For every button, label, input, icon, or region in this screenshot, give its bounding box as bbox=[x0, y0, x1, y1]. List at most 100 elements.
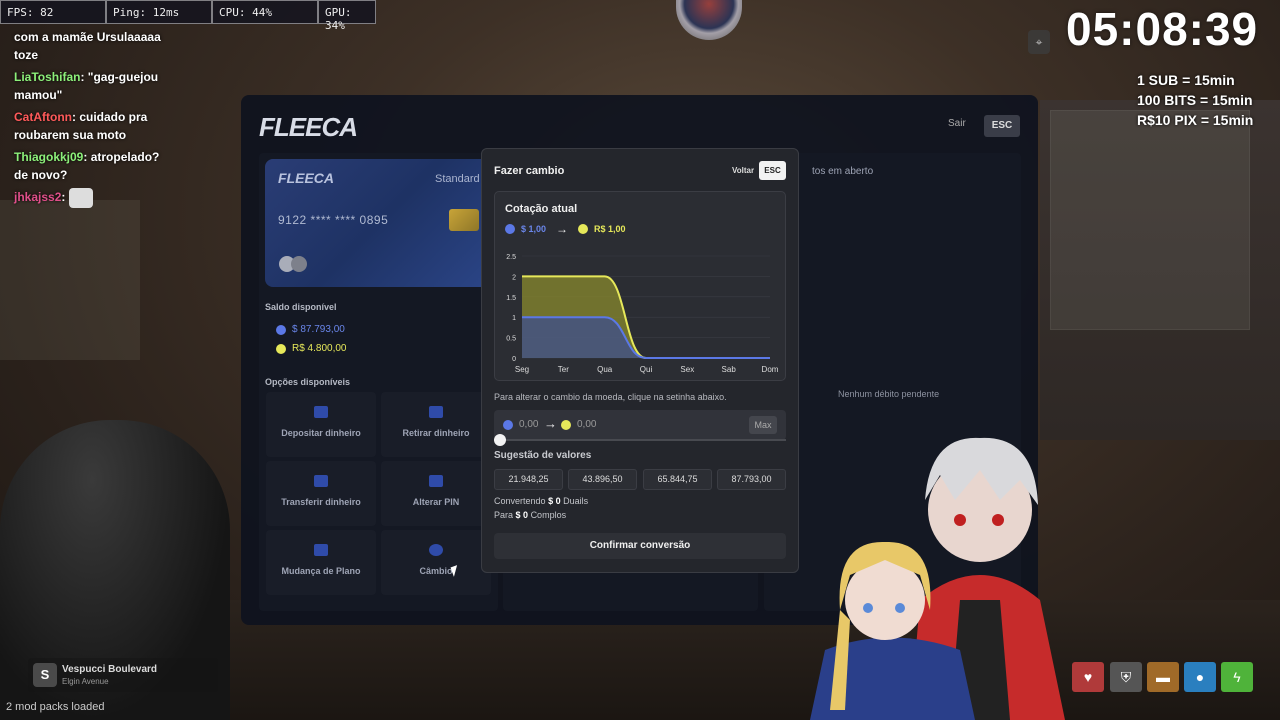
vtuber-avatar bbox=[810, 541, 975, 720]
balance-brl: R$ 4.800,00 bbox=[276, 343, 347, 354]
chat-message: LiaToshifan: "gag-guejou mamou" bbox=[14, 68, 174, 104]
change-pin-label: Alterar PIN bbox=[412, 497, 460, 507]
transfer-button[interactable]: Transferir dinheiro bbox=[266, 461, 376, 526]
balance-brl-value: R$ 4.800,00 bbox=[292, 343, 347, 354]
chat-text: : bbox=[61, 190, 66, 205]
performance-stats: FPS: 82 Ping: 12ms CPU: 44% GPU: 34% bbox=[0, 0, 376, 32]
amount-slider-thumb[interactable] bbox=[494, 434, 506, 446]
exit-label[interactable]: Sair bbox=[948, 118, 966, 129]
stream-chat: com a mamãe Ursulaaaaa toze LiaToshifan:… bbox=[14, 28, 174, 212]
modal-esc-button[interactable]: ESC bbox=[759, 161, 786, 180]
background-shelf bbox=[0, 200, 140, 360]
exchange-button[interactable]: Câmbio bbox=[381, 530, 491, 595]
back-link[interactable]: Voltar bbox=[732, 166, 754, 175]
rate-brl: R$ 1,00 bbox=[594, 224, 626, 234]
chat-username: CatAftonn bbox=[14, 110, 72, 124]
from-amount-value: 0,00 bbox=[519, 419, 539, 430]
food-icon: ▬ bbox=[1147, 662, 1179, 692]
to-amount-input[interactable]: 0,00 bbox=[561, 419, 596, 430]
suggestion-button[interactable]: 21.948,25 bbox=[494, 469, 563, 490]
card-brand-icon bbox=[291, 256, 307, 272]
street-name: Vespucci Boulevard bbox=[62, 664, 158, 675]
y-tick-label: 1 bbox=[512, 315, 516, 322]
shield-icon: ⛨ bbox=[1110, 662, 1142, 692]
rate-chart: 0 0.5 1 1.5 2 2.5 Seg Ter Qua Qui Sex Sab Dom bbox=[506, 254, 779, 374]
from-amount-input[interactable]: 0,00 bbox=[503, 419, 538, 430]
card-logo: FLEECA bbox=[278, 170, 334, 186]
balance-usd: $ 87.793,00 bbox=[276, 324, 345, 335]
max-button[interactable]: Max bbox=[749, 416, 777, 434]
bank-logo: FLEECA bbox=[259, 112, 358, 142]
bits-info-line: 100 BITS = 15min bbox=[1137, 92, 1253, 108]
exchange-icon bbox=[429, 544, 443, 556]
summary-currency: Duails bbox=[563, 496, 589, 506]
y-tick-label: 1.5 bbox=[506, 295, 516, 302]
change-pin-button[interactable]: Alterar PIN bbox=[381, 461, 491, 526]
suggestions-title: Sugestão de valores bbox=[494, 450, 592, 461]
pix-info-line: R$10 PIX = 15min bbox=[1137, 112, 1254, 128]
water-icon: ● bbox=[1184, 662, 1216, 692]
street-badge: S bbox=[33, 663, 57, 687]
x-tick-label: Seg bbox=[515, 365, 529, 374]
current-rate: $ 1,00 → R$ 1,00 bbox=[505, 222, 626, 236]
chat-message: jhkajss2: bbox=[14, 188, 174, 208]
converting-summary: Convertendo $ 0 Duails bbox=[494, 496, 588, 506]
target-summary: Para $ 0 Complos bbox=[494, 510, 566, 520]
chat-username: Thiagokkj09 bbox=[14, 150, 84, 164]
summary-label: Convertendo bbox=[494, 496, 546, 506]
plan-change-button[interactable]: Mudança de Plano bbox=[266, 530, 376, 595]
brl-coin-icon bbox=[561, 419, 571, 430]
cpu-stat: CPU: 44% bbox=[212, 0, 318, 24]
exchange-label: Câmbio bbox=[419, 566, 453, 576]
gpu-stat: GPU: 34% bbox=[318, 0, 376, 32]
deposit-button[interactable]: Depositar dinheiro bbox=[266, 392, 376, 457]
y-tick-label: 2.5 bbox=[506, 254, 516, 261]
usd-coin-icon bbox=[276, 324, 286, 335]
chat-text: com a mamãe Ursulaaaaa toze bbox=[14, 30, 161, 62]
exchange-hint: Para alterar o cambio da moeda, clique n… bbox=[494, 392, 727, 402]
suggestion-button[interactable]: 65.844,75 bbox=[643, 469, 712, 490]
rate-title: Cotação atual bbox=[505, 203, 578, 215]
modal-title: Fazer cambio bbox=[494, 165, 565, 177]
lock-icon bbox=[429, 475, 443, 487]
summary-amount: $ 0 bbox=[548, 496, 561, 506]
withdraw-button[interactable]: Retirar dinheiro bbox=[381, 392, 491, 457]
y-tick-label: 0 bbox=[512, 356, 516, 363]
sub-info: 1 SUB = 15min 100 BITS = 15min R$10 PIX … bbox=[1137, 70, 1253, 130]
mods-status: 2 mod packs loaded bbox=[6, 701, 105, 713]
chat-message: CatAftonn: cuidado pra roubarem sua moto bbox=[14, 108, 174, 144]
brl-coin-icon bbox=[578, 224, 589, 234]
stream-clock: 05:08:39 bbox=[1066, 3, 1259, 55]
confirm-conversion-button[interactable]: Confirmar conversão bbox=[494, 533, 786, 559]
chat-username: jhkajss2 bbox=[14, 190, 62, 205]
balance-title: Saldo disponível bbox=[265, 302, 337, 312]
y-tick-label: 0.5 bbox=[506, 336, 516, 343]
swap-arrow-icon[interactable]: → bbox=[544, 416, 557, 431]
arrow-right-icon: → bbox=[556, 222, 569, 236]
chat-message: Thiagokkj09: atropelado? de novo? bbox=[14, 148, 174, 184]
card-chip-icon bbox=[449, 209, 479, 231]
card-type: Standard bbox=[435, 173, 480, 185]
chat-username: LiaToshifan bbox=[14, 70, 81, 84]
no-debt-text: Nenhum débito pendente bbox=[838, 389, 940, 399]
x-tick-label: Ter bbox=[558, 365, 569, 374]
suggestion-button[interactable]: 87.793,00 bbox=[717, 469, 786, 490]
location-pin-icon: ⌖ bbox=[1028, 30, 1050, 54]
energy-icon: ϟ bbox=[1221, 662, 1253, 692]
withdraw-icon bbox=[429, 406, 443, 418]
to-amount-value: 0,00 bbox=[577, 419, 597, 430]
options-title: Opções disponíveis bbox=[265, 377, 351, 387]
deposit-label: Depositar dinheiro bbox=[281, 428, 361, 438]
plan-change-label: Mudança de Plano bbox=[281, 566, 361, 576]
background-sign bbox=[676, 0, 742, 40]
balance-usd-value: $ 87.793,00 bbox=[292, 324, 345, 335]
open-debts-title: tos em aberto bbox=[812, 166, 874, 177]
y-tick-label: 2 bbox=[512, 274, 516, 281]
summary-label: Para bbox=[494, 510, 514, 520]
usd-coin-icon bbox=[503, 419, 513, 430]
user-icon bbox=[314, 475, 328, 487]
exit-esc-button[interactable]: ESC bbox=[984, 115, 1020, 137]
amount-slider-track[interactable] bbox=[500, 439, 786, 441]
x-tick-label: Sex bbox=[680, 365, 694, 374]
suggestion-button[interactable]: 43.896,50 bbox=[568, 469, 637, 490]
